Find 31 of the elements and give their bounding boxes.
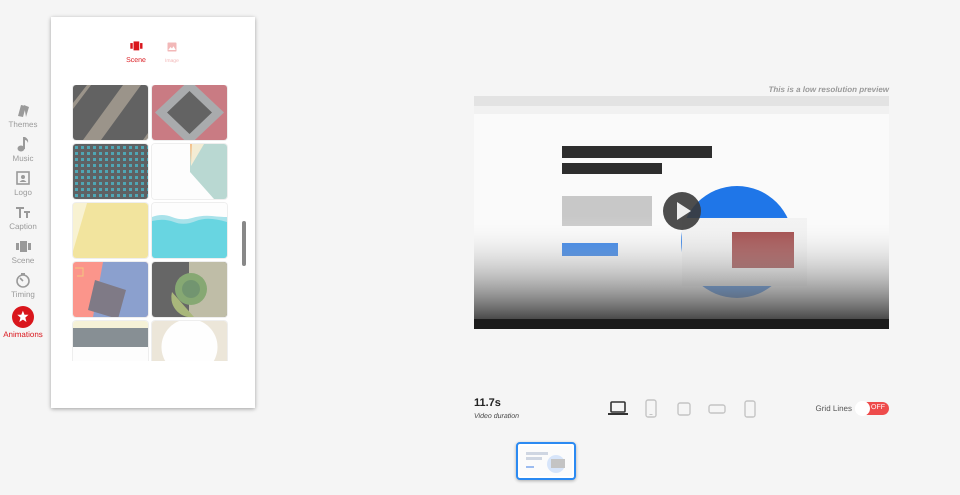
sidebar-item[interactable]: Logo: [14, 168, 32, 199]
sidebar-item[interactable]: Music: [12, 134, 34, 165]
slide-thumbnail[interactable]: [516, 442, 576, 480]
animation-thumbnail[interactable]: [152, 144, 227, 199]
play-button[interactable]: [663, 192, 701, 230]
laptop-icon[interactable]: [608, 399, 628, 418]
animation-thumbnail[interactable]: [73, 262, 148, 317]
film-icon: [128, 39, 144, 52]
stopwatch-icon: [15, 272, 31, 288]
animation-thumbnail[interactable]: [152, 262, 227, 317]
animation-thumbnail[interactable]: [73, 203, 148, 258]
music-note-icon: [14, 136, 31, 152]
sidebar-item[interactable]: Caption: [9, 202, 37, 233]
animation-thumbnail[interactable]: [152, 85, 227, 140]
scrollbar[interactable]: [242, 221, 246, 266]
sidebar-item[interactable]: Timing: [11, 270, 35, 301]
sidebar-item[interactable]: Animations: [3, 304, 43, 341]
duration-value: 11.7s: [474, 397, 502, 409]
sidebar-item[interactable]: Themes: [8, 100, 38, 131]
grid-lines-label: Grid Lines: [816, 404, 852, 413]
preview-note: This is a low resolution preview: [768, 85, 889, 94]
sidebar-item[interactable]: Scene: [12, 236, 34, 267]
animation-thumbnail[interactable]: [73, 85, 148, 140]
film-icon: [15, 238, 31, 254]
palette-icon: [15, 102, 31, 118]
portrait-icon: [14, 170, 31, 186]
animation-thumbnail[interactable]: [73, 144, 148, 199]
animation-thumbnail[interactable]: [152, 203, 227, 258]
text-size-icon: [14, 204, 31, 220]
animation-thumbnail[interactable]: [152, 321, 227, 361]
animation-thumbnail[interactable]: [73, 321, 148, 361]
